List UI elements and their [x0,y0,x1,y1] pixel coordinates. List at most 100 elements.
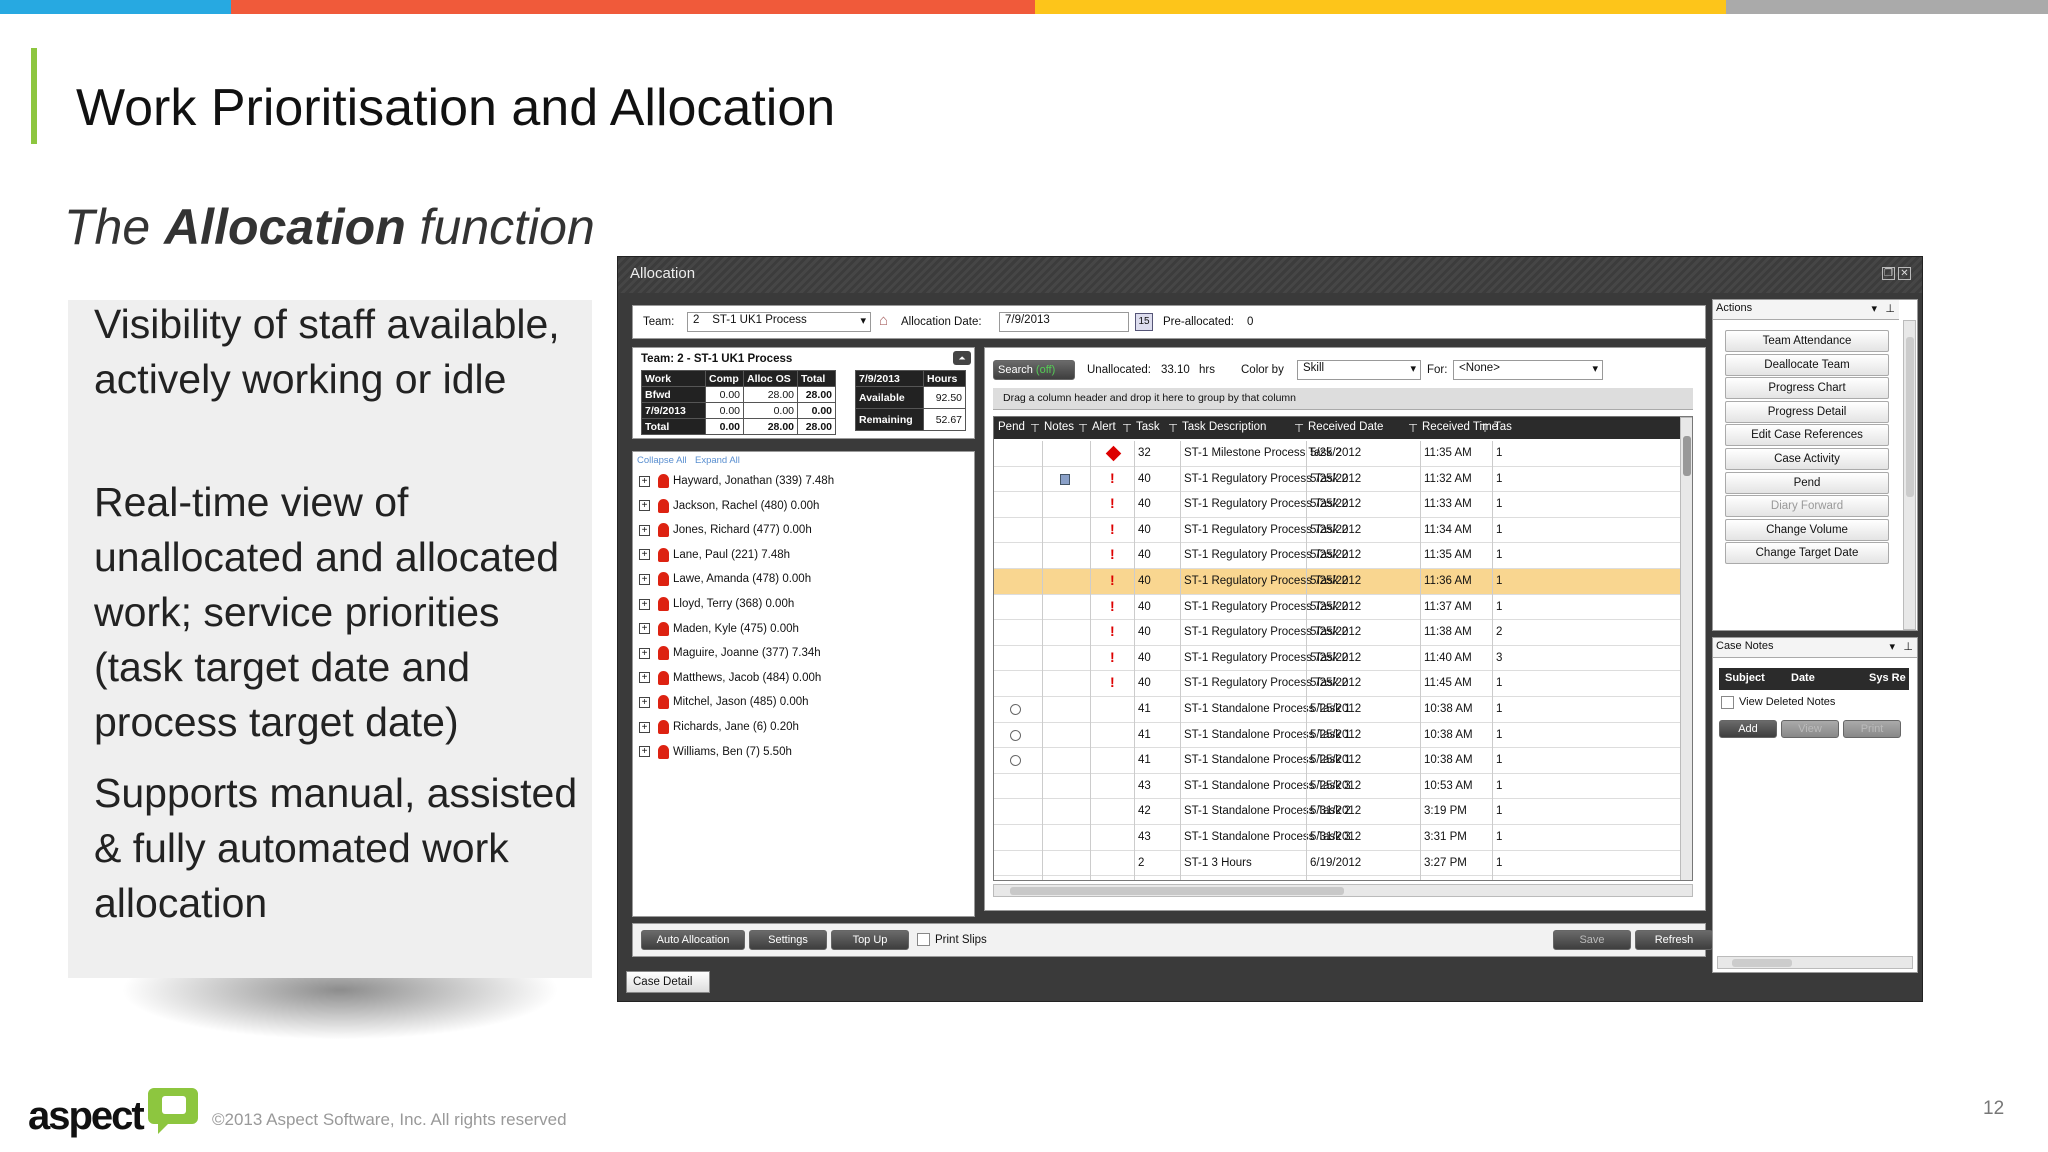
table-row[interactable]: 41 ST-1 Standalone Process Task 1 5/25/201… [994,697,1680,723]
filter-icon[interactable]: ⊤ [1078,421,1088,435]
expand-icon[interactable]: + [639,524,650,536]
action-button-pend[interactable]: Pend [1725,471,1889,494]
expand-icon[interactable]: + [639,672,650,684]
actions-scroll-thumb[interactable] [1906,337,1914,497]
actions-scrollbar[interactable] [1903,320,1916,630]
staff-item[interactable]: + Lawe, Amanda (478) 0.00h [637,572,957,596]
table-row[interactable]: ! 40 ST-1 Regulatory Process Task 2 5/25/20… [994,671,1680,697]
expand-icon[interactable]: + [639,549,650,561]
action-button-change-target-date[interactable]: Change Target Date [1725,542,1889,565]
expand-icon[interactable]: + [639,500,650,512]
view-note-button[interactable]: View [1781,720,1839,738]
print-slips-checkbox[interactable] [917,933,930,946]
table-row[interactable]: 41 ST-1 Standalone Process Task 1 5/25/201… [994,748,1680,774]
close-icon[interactable]: ✕ [1898,267,1911,280]
notes-col-date[interactable]: Date [1791,672,1815,684]
add-note-button[interactable]: Add [1719,720,1777,738]
filter-icon[interactable]: ⊤ [1294,421,1304,435]
case-detail-tab[interactable]: Case Detail [626,971,710,993]
staff-item[interactable]: + Williams, Ben (7) 5.50h [637,744,957,769]
expand-all-link[interactable]: Expand All [695,455,740,466]
action-button-diary-forward[interactable]: Diary Forward [1725,495,1889,518]
save-button[interactable]: Save [1553,930,1631,950]
view-deleted-checkbox[interactable] [1721,696,1734,709]
expand-icon[interactable]: + [639,721,650,733]
action-button-deallocate-team[interactable]: Deallocate Team [1725,353,1889,376]
table-row[interactable]: ! 40 ST-1 Regulatory Process Task 2 5/25/20… [994,543,1680,569]
collapse-icon[interactable]: ⏶ [953,351,971,365]
action-button-change-volume[interactable]: Change Volume [1725,518,1889,541]
expand-icon[interactable]: + [639,598,650,610]
table-row[interactable]: ! 40 ST-1 Regulatory Process Task 2 5/25/20… [994,467,1680,493]
table-row[interactable]: 41 ST-1 Standalone Process Task 1 5/25/201… [994,723,1680,749]
staff-item[interactable]: + Jones, Richard (477) 0.00h [637,523,957,547]
col-pend[interactable]: Pend [998,421,1025,433]
table-row[interactable]: ! 40 ST-1 Regulatory Process Task 2 5/25/20… [994,595,1680,621]
table-row[interactable]: ! 40 ST-1 Regulatory Process Task 2 5/25/20… [994,646,1680,672]
col-task[interactable]: Task [1136,421,1160,433]
action-button-progress-detail[interactable]: Progress Detail [1725,400,1889,423]
notes-scroll-thumb[interactable] [1732,959,1792,967]
for-dropdown[interactable]: <None> [1453,360,1603,380]
color-by-dropdown[interactable]: Skill [1297,360,1421,380]
action-button-case-activity[interactable]: Case Activity [1725,448,1889,470]
table-row[interactable]: 2 ST-1 3 Hours 6/19/2012 3:27 PM 1 [994,851,1680,877]
table-row[interactable]: ! 40 ST-1 Regulatory Process Task 2 5/25/20… [994,569,1680,595]
group-by-area[interactable]: Drag a column header and drop it here to… [993,388,1693,410]
team-dropdown[interactable]: 2 ST-1 UK1 Process [687,312,871,332]
expand-icon[interactable]: + [639,746,650,758]
staff-item[interactable]: + Lloyd, Terry (368) 0.00h [637,597,957,621]
table-row[interactable]: ! 40 ST-1 Regulatory Process Task 2 5/25/20… [994,492,1680,518]
table-row[interactable]: 32 ST-1 Milestone Process Task 2 5/25/2012… [994,441,1680,467]
staff-item[interactable]: + Maden, Kyle (475) 0.00h [637,621,957,646]
note-icon[interactable] [1060,473,1070,485]
home-icon[interactable]: ⌂ [879,312,888,329]
allocation-date-field[interactable]: 7/9/2013 [999,312,1129,332]
settings-button[interactable]: Settings [749,930,827,950]
filter-icon[interactable]: ⊤ [1168,421,1178,435]
search-toggle[interactable]: Search (off) [993,360,1075,380]
staff-item[interactable]: + Richards, Jane (6) 0.20h [637,720,957,744]
col-task-description[interactable]: Task Description [1182,421,1266,433]
col-received-date[interactable]: Received Date [1308,421,1383,433]
col-notes[interactable]: Notes [1044,421,1074,433]
dropdown-icon[interactable]: ▾ [1889,640,1895,653]
col-alert[interactable]: Alert [1092,421,1116,433]
staff-item[interactable]: + Jackson, Rachel (480) 0.00h [637,498,957,523]
horizontal-scroll-thumb[interactable] [1010,887,1344,895]
staff-item[interactable]: + Mitchel, Jason (485) 0.00h [637,695,957,719]
table-row[interactable]: 43 ST-1 Standalone Process Task 3 5/25/201… [994,774,1680,800]
print-note-button[interactable]: Print [1843,720,1901,738]
table-row[interactable]: ! 40 ST-1 Regulatory Process Task 2 5/25/20… [994,620,1680,646]
notes-col-subject[interactable]: Subject [1725,672,1765,684]
filter-icon[interactable]: ⊤ [1122,421,1132,435]
vertical-scroll-thumb[interactable] [1683,436,1691,476]
auto-allocation-button[interactable]: Auto Allocation [641,930,745,950]
table-row[interactable]: 42 ST-1 Standalone Process Task 2 5/31/201… [994,799,1680,825]
table-row[interactable]: ! 40 ST-1 Regulatory Process Task 2 5/25/20… [994,518,1680,544]
refresh-button[interactable]: Refresh [1635,930,1713,950]
restore-icon[interactable]: ❐ [1882,267,1895,280]
action-button-team-attendance[interactable]: Team Attendance [1725,330,1889,352]
table-row[interactable]: 43 ST-1 Standalone Process Task 3 5/31/201… [994,825,1680,851]
action-button-edit-case-references[interactable]: Edit Case References [1725,424,1889,447]
expand-icon[interactable]: + [639,573,650,585]
filter-icon[interactable]: ⊤ [1030,421,1040,435]
top-up-button[interactable]: Top Up [831,930,909,950]
action-button-progress-chart[interactable]: Progress Chart [1725,377,1889,400]
staff-item[interactable]: + Maguire, Joanne (377) 7.34h [637,646,957,670]
staff-item[interactable]: + Lane, Paul (221) 7.48h [637,547,957,572]
filter-icon[interactable]: ⊤ [1480,421,1490,435]
col-tas[interactable]: Tas [1494,421,1512,433]
dropdown-icon[interactable]: ▾ [1871,302,1877,315]
expand-icon[interactable]: + [639,696,650,708]
notes-col-sysref[interactable]: Sys Re [1869,672,1907,684]
pin-icon[interactable]: ⊥ [1885,302,1895,315]
expand-icon[interactable]: + [639,475,650,487]
staff-item[interactable]: + Hayward, Jonathan (339) 7.48h [637,474,957,498]
collapse-all-link[interactable]: Collapse All [637,455,687,466]
staff-item[interactable]: + Matthews, Jacob (484) 0.00h [637,670,957,695]
grid-horizontal-scrollbar[interactable] [993,884,1693,897]
expand-icon[interactable]: + [639,623,650,635]
calendar-icon[interactable]: 15 [1135,313,1153,331]
